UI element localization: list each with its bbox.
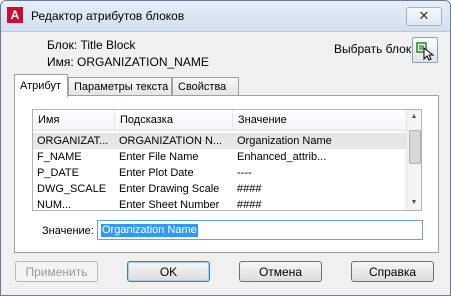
cancel-button[interactable]: Отмена [239, 261, 322, 282]
column-header-value[interactable]: Значение [233, 110, 407, 130]
vertical-scrollbar[interactable]: ▲ ▼ [406, 110, 421, 210]
cell-prompt: Enter Drawing Scale [119, 183, 220, 195]
apply-button[interactable]: Применить [15, 261, 98, 282]
window-title: Редактор атрибутов блоков [31, 9, 185, 23]
autocad-app-icon: A [7, 7, 23, 23]
help-button[interactable]: Справка [351, 261, 434, 282]
tab-attribute[interactable]: Атрибут [14, 74, 68, 97]
scrollbar-thumb[interactable] [409, 130, 421, 164]
cell-value: #### [237, 199, 262, 211]
cell-value: #### [237, 183, 262, 195]
tab-text-options[interactable]: Параметры текста [68, 77, 172, 96]
cell-name: F_NAME [37, 151, 82, 163]
table-row[interactable]: F_NAME Enter File Name Enhanced_attrib..… [33, 149, 407, 165]
cell-value: Organization Name [237, 135, 332, 147]
table-row[interactable]: ORGANIZAT... ORGANIZATION N... Organizat… [33, 133, 407, 149]
value-input[interactable]: Organization Name [97, 220, 423, 240]
select-block-button[interactable] [412, 37, 438, 63]
cell-name: DWG_SCALE [37, 183, 107, 195]
cell-name: ORGANIZAT... [37, 135, 109, 147]
cell-value: ---- [237, 167, 252, 179]
attribute-tab-panel: Имя Подсказка Значение ORGANIZAT... ORGA… [14, 95, 439, 253]
value-label: Значение: [42, 225, 94, 237]
attribute-list[interactable]: Имя Подсказка Значение ORGANIZAT... ORGA… [32, 109, 422, 211]
table-row[interactable]: P_DATE Enter Plot Date ---- [33, 165, 407, 181]
column-header-name[interactable]: Имя [33, 110, 115, 130]
table-row[interactable]: DWG_SCALE Enter Drawing Scale #### [33, 181, 407, 197]
title-bar: A Редактор атрибутов блоков ✕ [1, 1, 450, 32]
tab-properties[interactable]: Свойства [172, 77, 239, 96]
cell-value: Enhanced_attrib... [237, 151, 327, 163]
cell-prompt: ORGANIZATION N... [119, 135, 223, 147]
cell-name: P_DATE [37, 167, 79, 179]
block-name-label: Блок: Title Block [47, 38, 136, 52]
cell-name: NUM... [37, 199, 72, 211]
table-row[interactable]: NUM... Enter Sheet Number #### [33, 197, 407, 211]
block-attribute-editor-dialog: A Редактор атрибутов блоков ✕ Блок: Titl… [0, 0, 451, 296]
select-block-label: Выбрать блок [334, 42, 412, 56]
list-header: Имя Подсказка Значение [33, 110, 407, 131]
ok-button[interactable]: OK [127, 261, 210, 282]
scroll-up-arrow-icon[interactable]: ▲ [407, 110, 421, 124]
close-button[interactable]: ✕ [406, 7, 442, 26]
pick-block-icon [416, 42, 435, 61]
cell-prompt: Enter Sheet Number [119, 199, 220, 211]
column-header-prompt[interactable]: Подсказка [115, 110, 233, 130]
value-input-selected-text: Organization Name [101, 224, 198, 237]
cell-prompt: Enter Plot Date [119, 167, 194, 179]
cell-prompt: Enter File Name [119, 151, 199, 163]
attribute-name-label: Имя: ORGANIZATION_NAME [47, 55, 209, 69]
scroll-down-arrow-icon[interactable]: ▼ [407, 196, 421, 210]
